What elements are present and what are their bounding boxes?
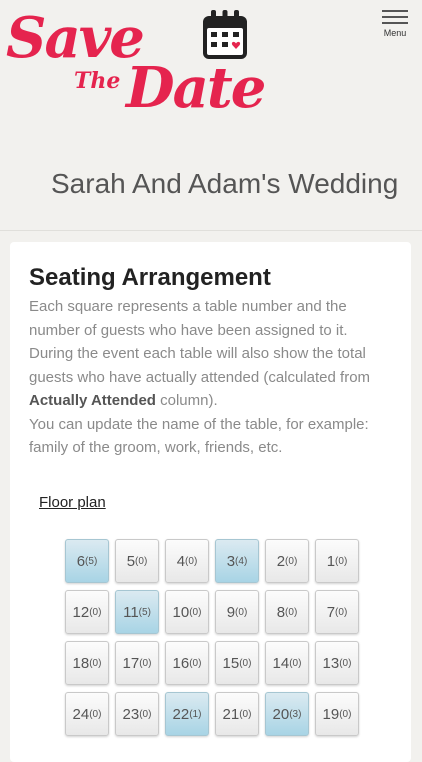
- table-guest-count: (0): [335, 555, 348, 567]
- table-23-button[interactable]: 23 (0): [115, 692, 159, 736]
- table-4-button[interactable]: 4 (0): [165, 539, 209, 583]
- table-2-button[interactable]: 2 (0): [265, 539, 309, 583]
- menu-label: Menu: [383, 28, 407, 38]
- table-21-button[interactable]: 21 (0): [215, 692, 259, 736]
- table-number: 9: [226, 603, 236, 621]
- table-number: 12: [72, 603, 90, 621]
- logo-date-text: Date: [126, 55, 266, 121]
- table-guest-count: (0): [289, 657, 302, 669]
- table-number: 5: [126, 552, 136, 570]
- section-description: Each square represents a table number an…: [29, 298, 371, 456]
- hamburger-menu-icon: [382, 10, 408, 24]
- table-number: 11: [123, 603, 139, 621]
- table-guest-count: (3): [289, 708, 302, 720]
- table-number: 23: [122, 705, 140, 723]
- table-19-button[interactable]: 19 (0): [315, 692, 359, 736]
- menu-button[interactable]: Menu: [378, 6, 412, 38]
- table-guest-count: (0): [339, 657, 352, 669]
- table-guest-count: (0): [339, 708, 352, 720]
- table-guest-count: (0): [239, 657, 252, 669]
- floor-plan-link[interactable]: Floor plan: [39, 494, 106, 511]
- table-guest-count: (0): [89, 657, 102, 669]
- table-number: 21: [222, 705, 240, 723]
- table-24-button[interactable]: 24 (0): [65, 692, 109, 736]
- logo-save-text: Save: [6, 5, 145, 71]
- table-13-button[interactable]: 13 (0): [315, 641, 359, 685]
- table-number: 13: [322, 654, 340, 672]
- table-number: 4: [176, 552, 186, 570]
- table-7-button[interactable]: 7 (0): [315, 590, 359, 634]
- table-number: 15: [222, 654, 240, 672]
- table-number: 10: [172, 603, 190, 621]
- table-guest-count: (0): [135, 555, 148, 567]
- table-guest-count: (5): [85, 555, 98, 567]
- table-number: 17: [122, 654, 140, 672]
- table-guest-count: (0): [239, 708, 252, 720]
- table-guest-count: (0): [235, 606, 248, 618]
- table-8-button[interactable]: 8 (0): [265, 590, 309, 634]
- header-divider: [0, 230, 422, 231]
- wedding-title: Sarah And Adam's Wedding: [51, 168, 399, 199]
- table-10-button[interactable]: 10 (0): [165, 590, 209, 634]
- seating-card: Seating Arrangement Each square represen…: [10, 242, 411, 762]
- table-15-button[interactable]: 15 (0): [215, 641, 259, 685]
- table-number: 16: [172, 654, 190, 672]
- table-number: 7: [326, 603, 336, 621]
- table-guest-count: (4): [235, 555, 248, 567]
- table-guest-count: (0): [285, 606, 298, 618]
- save-the-date-logo[interactable]: Save The Date: [4, 4, 266, 132]
- table-guest-count: (5): [138, 606, 151, 618]
- table-number: 8: [276, 603, 286, 621]
- table-guest-count: (0): [89, 606, 102, 618]
- table-20-button[interactable]: 20 (3): [265, 692, 309, 736]
- table-number: 6: [76, 552, 86, 570]
- table-5-button[interactable]: 5 (0): [115, 539, 159, 583]
- table-number: 2: [276, 552, 286, 570]
- table-guest-count: (0): [189, 657, 202, 669]
- table-9-button[interactable]: 9 (0): [215, 590, 259, 634]
- table-number: 1: [326, 552, 336, 570]
- table-guest-count: (0): [285, 555, 298, 567]
- table-3-button[interactable]: 3 (4): [215, 539, 259, 583]
- table-12-button[interactable]: 12 (0): [65, 590, 109, 634]
- table-guest-count: (0): [185, 555, 198, 567]
- table-18-button[interactable]: 18 (0): [65, 641, 109, 685]
- actually-attended-label: Actually Attended: [29, 392, 156, 409]
- table-guest-count: (0): [335, 606, 348, 618]
- table-guest-count: (0): [189, 606, 202, 618]
- table-16-button[interactable]: 16 (0): [165, 641, 209, 685]
- table-22-button[interactable]: 22 (1): [165, 692, 209, 736]
- table-6-button[interactable]: 6 (5): [65, 539, 109, 583]
- table-number: 24: [72, 705, 90, 723]
- table-number: 20: [272, 705, 290, 723]
- table-1-button[interactable]: 1 (0): [315, 539, 359, 583]
- table-grid: 6 (5) 5 (0) 4 (0) 3 (4) 2 (0) 1 (0) 12 (0) 11 (5) 10 (0) 9…: [65, 539, 369, 736]
- table-guest-count: (0): [89, 708, 102, 720]
- table-number: 3: [226, 552, 236, 570]
- table-17-button[interactable]: 17 (0): [115, 641, 159, 685]
- table-guest-count: (0): [139, 708, 152, 720]
- calendar-heart-icon: [203, 10, 247, 59]
- table-number: 22: [172, 705, 190, 723]
- table-number: 14: [272, 654, 290, 672]
- section-title: Seating Arrangement: [29, 264, 271, 291]
- table-guest-count: (1): [189, 708, 202, 720]
- table-number: 18: [72, 654, 90, 672]
- table-11-button[interactable]: 11 (5): [115, 590, 159, 634]
- table-number: 19: [322, 705, 340, 723]
- table-guest-count: (0): [139, 657, 152, 669]
- site-header: Save The Date Menu Sarah And Adam's Wedd…: [0, 0, 422, 231]
- logo-the-text: The: [74, 68, 121, 94]
- table-14-button[interactable]: 14 (0): [265, 641, 309, 685]
